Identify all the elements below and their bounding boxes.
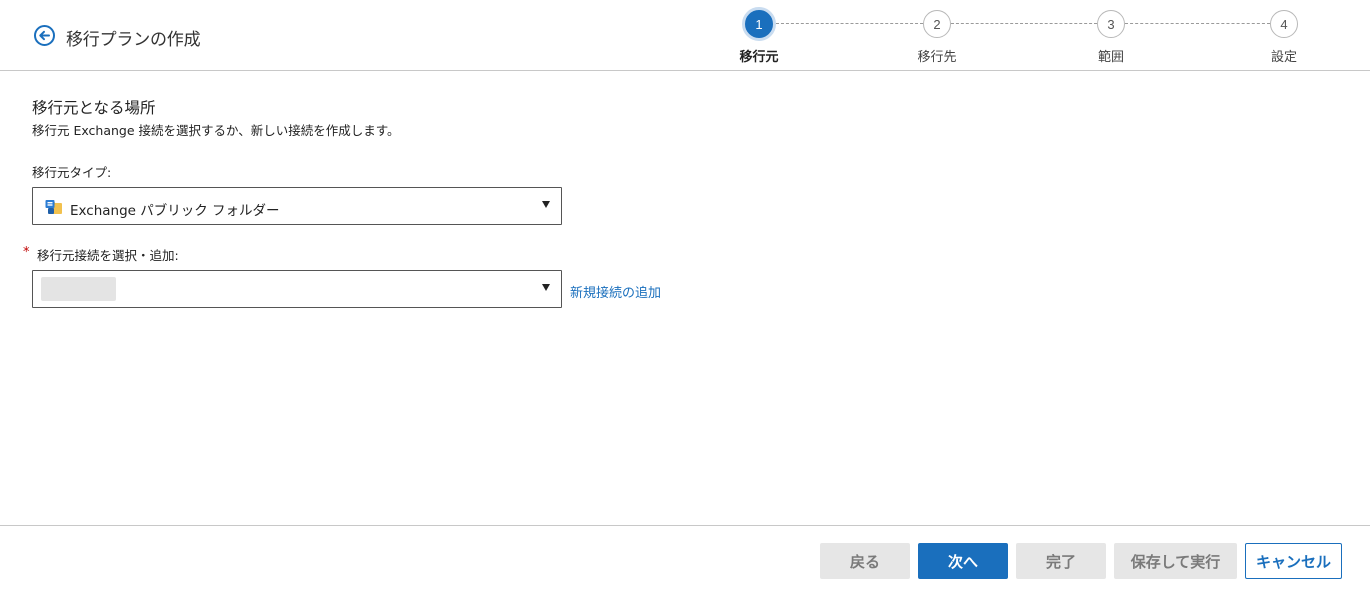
step-3-circle[interactable]: 3 (1097, 10, 1125, 38)
header: 移行プランの作成 1 2 3 4 移行元 移行先 範囲 設定 (0, 0, 1370, 71)
redacted-connection-value (41, 277, 116, 301)
step-connector (776, 23, 923, 24)
footer: 戻る 次へ 完了 保存して実行 キャンセル (0, 525, 1370, 597)
section-description: 移行元 Exchange 接続を選択するか、新しい接続を作成します。 (32, 123, 400, 138)
source-type-select[interactable]: Exchange パブリック フォルダー (32, 187, 562, 225)
source-type-label: 移行元タイプ: (32, 165, 112, 180)
dropdown-arrow-icon (542, 284, 550, 291)
next-button[interactable]: 次へ (918, 543, 1008, 579)
step-2-circle[interactable]: 2 (923, 10, 951, 38)
step-4-label: 設定 (1270, 50, 1298, 65)
stepper: 1 2 3 4 移行元 移行先 範囲 設定 (0, 0, 1370, 71)
save-and-run-button[interactable]: 保存して実行 (1114, 543, 1237, 579)
step-3-label: 範囲 (1097, 50, 1125, 65)
step-2-label: 移行先 (917, 50, 957, 65)
step-connector (1125, 23, 1270, 24)
source-connection-label: 移行元接続を選択・追加: (37, 248, 179, 263)
finish-button[interactable]: 完了 (1016, 543, 1106, 579)
back-button[interactable]: 戻る (820, 543, 910, 579)
dropdown-arrow-icon (542, 201, 550, 208)
source-connection-select[interactable] (32, 270, 562, 308)
add-new-connection-link[interactable]: 新規接続の追加 (570, 282, 661, 301)
required-marker: * (23, 245, 30, 260)
cancel-button[interactable]: キャンセル (1245, 543, 1342, 579)
section-title: 移行元となる場所 (32, 99, 156, 117)
step-connector (951, 23, 1097, 24)
step-1-label: 移行元 (739, 50, 779, 65)
step-4-circle[interactable]: 4 (1270, 10, 1298, 38)
source-type-value: Exchange パブリック フォルダー (70, 203, 280, 219)
step-1-circle[interactable]: 1 (742, 7, 776, 41)
exchange-public-folder-icon (45, 200, 62, 214)
